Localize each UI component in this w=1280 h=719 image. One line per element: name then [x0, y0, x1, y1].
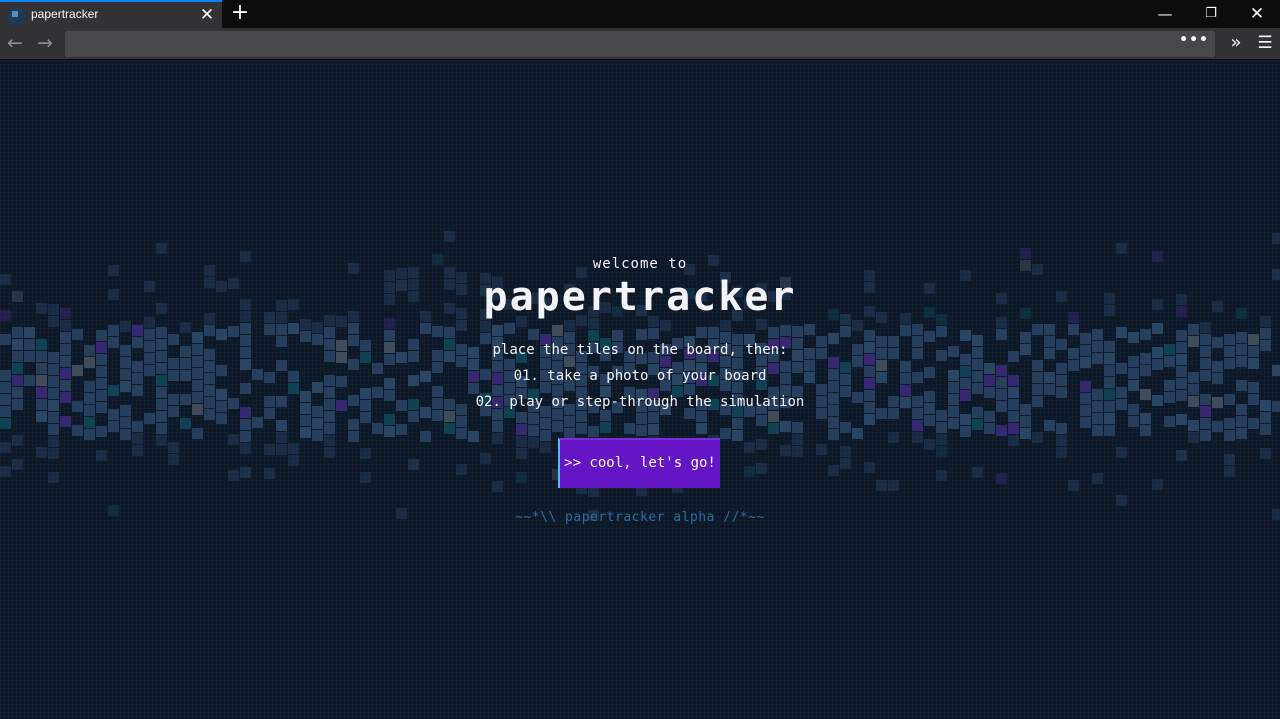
- address-bar[interactable]: •••: [65, 31, 1215, 57]
- instruction-line: place the tiles on the board, then:: [492, 342, 788, 358]
- footer-version-text: ~~*\\ papertracker alpha //*~~: [515, 510, 765, 525]
- start-button[interactable]: >> cool, let's go!: [558, 438, 720, 488]
- minimize-icon[interactable]: —: [1142, 0, 1188, 28]
- favicon-icon: [9, 8, 25, 24]
- window-close-icon[interactable]: ✕: [1234, 0, 1280, 28]
- back-arrow-icon[interactable]: ←: [3, 32, 27, 56]
- new-tab-icon[interactable]: +: [229, 2, 251, 24]
- close-icon[interactable]: ✕: [197, 5, 217, 25]
- tab-title: papertracker: [31, 7, 99, 21]
- instruction-step-1: 01. take a photo of your board: [513, 368, 767, 384]
- browser-window: papertracker ✕ + — ❐ ✕ ← → ••• » ☰ welco…: [0, 0, 1280, 719]
- instruction-step-2: 02. play or step-through the simulation: [475, 394, 805, 410]
- welcome-text: welcome to: [592, 256, 688, 272]
- navigation-toolbar: ← → ••• » ☰: [0, 28, 1280, 60]
- welcome-panel: welcome to papertracker place the tiles …: [0, 60, 1280, 719]
- menu-icon[interactable]: ☰: [1254, 31, 1276, 55]
- page-actions-icon[interactable]: •••: [1179, 32, 1209, 48]
- restore-icon[interactable]: ❐: [1188, 0, 1234, 28]
- tab-papertracker[interactable]: papertracker ✕: [0, 0, 222, 28]
- overflow-icon[interactable]: »: [1225, 31, 1247, 55]
- forward-arrow-icon[interactable]: →: [33, 32, 57, 56]
- tab-strip: papertracker ✕ + — ❐ ✕: [0, 0, 1280, 28]
- page-viewport: welcome to papertracker place the tiles …: [0, 60, 1280, 719]
- page-title: papertracker: [483, 274, 797, 320]
